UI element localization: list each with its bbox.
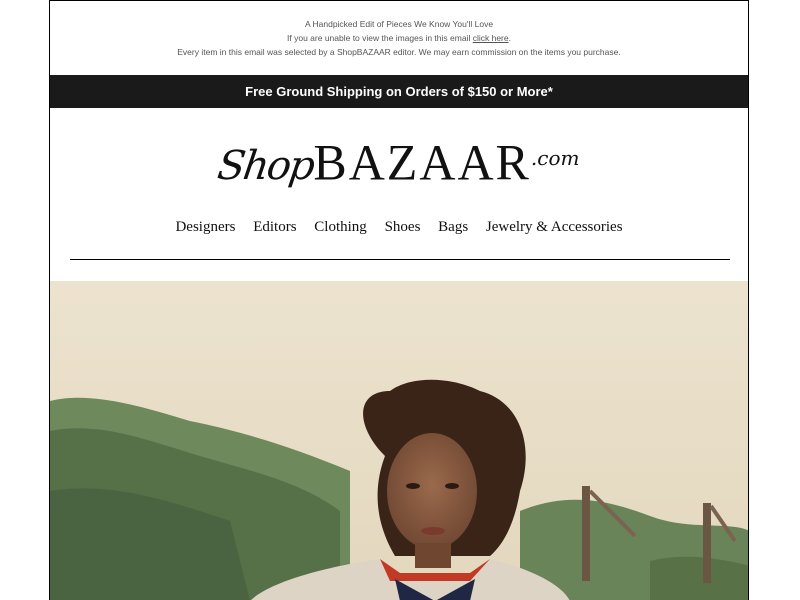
hero-image[interactable] xyxy=(50,281,748,600)
main-nav: Designers Editors Clothing Shoes Bags Je… xyxy=(50,219,748,236)
logo-bazaar: BAZAAR xyxy=(313,133,531,191)
email-container: A Handpicked Edit of Pieces We Know You'… xyxy=(49,0,749,600)
nav-item-designers[interactable]: Designers xyxy=(175,219,235,235)
fence-post-1 xyxy=(582,486,590,581)
view-online-text: If you are unable to view the images in … xyxy=(287,33,473,43)
preheader: A Handpicked Edit of Pieces We Know You'… xyxy=(50,1,748,59)
shopbazaar-logo[interactable]: ShopBAZAAR.com xyxy=(50,133,748,191)
nav-item-jewelry-accessories[interactable]: Jewelry & Accessories xyxy=(486,219,623,235)
nav-divider xyxy=(70,259,730,260)
preheader-disclaimer: Every item in this email was selected by… xyxy=(177,47,621,57)
logo-shop: Shop xyxy=(215,143,317,189)
nav-item-shoes[interactable]: Shoes xyxy=(385,219,421,235)
preheader-view-online: If you are unable to view the images in … xyxy=(50,31,748,45)
click-here-link[interactable]: click here xyxy=(473,33,509,43)
nav-item-editors[interactable]: Editors xyxy=(253,219,296,235)
view-online-period: . xyxy=(508,33,511,43)
logo-com: .com xyxy=(530,146,580,170)
nav-item-bags[interactable]: Bags xyxy=(438,219,468,235)
preheader-tagline: A Handpicked Edit of Pieces We Know You'… xyxy=(304,19,494,29)
shipping-banner[interactable]: Free Ground Shipping on Orders of $150 o… xyxy=(50,75,748,108)
nav-item-clothing[interactable]: Clothing xyxy=(314,219,367,235)
shipping-banner-text: Free Ground Shipping on Orders of $150 o… xyxy=(245,84,553,99)
hero-photo xyxy=(50,281,748,600)
fence-post-2 xyxy=(703,503,711,583)
